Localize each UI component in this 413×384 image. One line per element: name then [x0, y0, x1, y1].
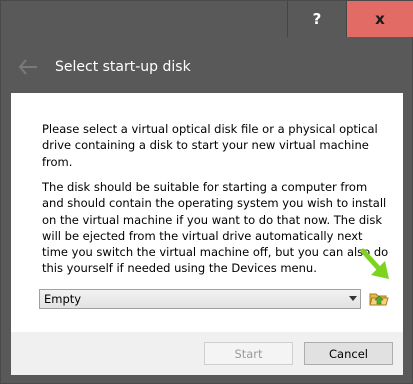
- disk-select[interactable]: Empty: [39, 289, 361, 309]
- instruction-paragraph: Please select a virtual optical disk fil…: [42, 122, 378, 169]
- content-panel: Please select a virtual optical disk fil…: [11, 93, 403, 332]
- help-label: ?: [312, 10, 322, 28]
- cancel-button[interactable]: Cancel: [304, 342, 393, 365]
- green-pointer-arrow-icon: [360, 248, 389, 279]
- start-button[interactable]: Start: [204, 342, 293, 365]
- dialog-window: ? x Select start-up disk Please select a…: [0, 0, 413, 384]
- wizard-title: Select start-up disk: [55, 59, 191, 75]
- close-label: x: [375, 10, 385, 28]
- choose-disk-file-button[interactable]: [368, 288, 390, 310]
- description-paragraph: The disk should be suitable for starting…: [42, 180, 389, 276]
- chevron-down-icon: [346, 290, 360, 308]
- close-button[interactable]: x: [347, 1, 413, 37]
- help-button[interactable]: ?: [287, 1, 347, 37]
- folder-open-icon: [369, 293, 389, 306]
- back-arrow-icon: [18, 59, 37, 75]
- back-button[interactable]: [16, 55, 40, 79]
- disk-select-value: Empty: [44, 292, 82, 306]
- dialog-footer: Start Cancel: [11, 332, 403, 375]
